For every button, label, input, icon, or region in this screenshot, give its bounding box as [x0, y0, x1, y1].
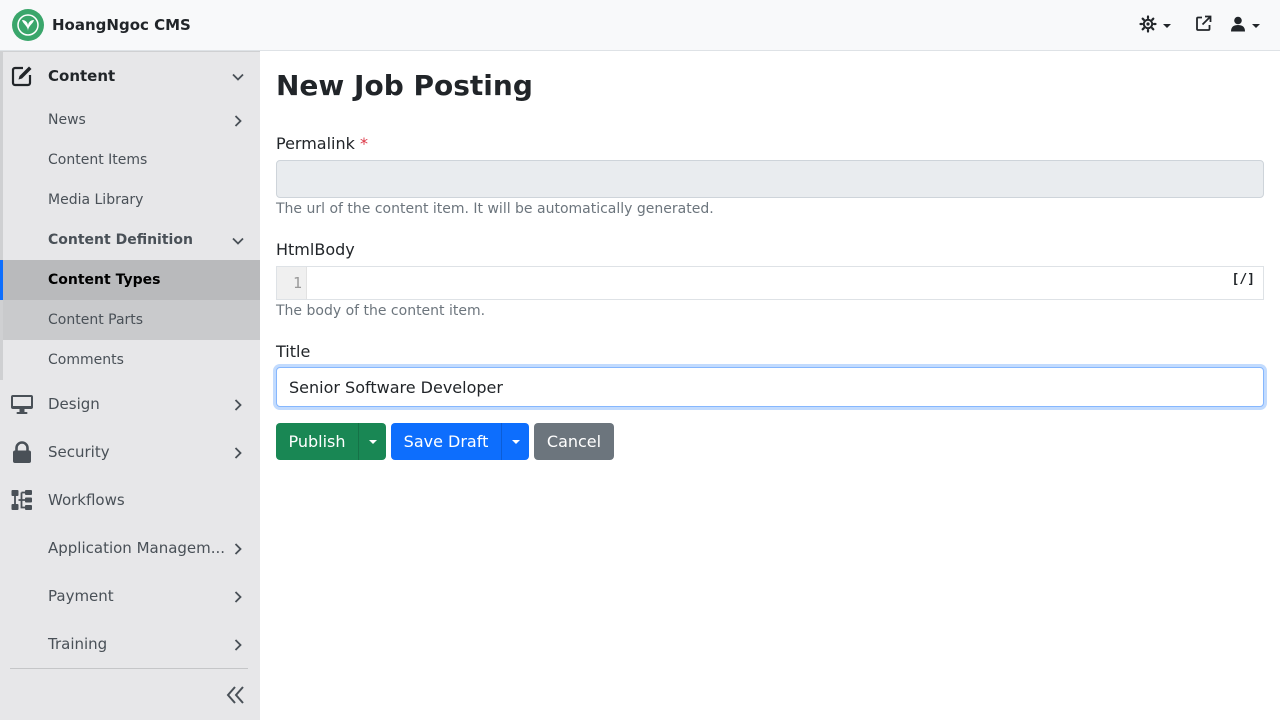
permalink-label: Permalink * [276, 134, 368, 153]
htmlbody-label: HtmlBody [276, 240, 355, 259]
sidebar-group-training[interactable]: Training [0, 620, 260, 668]
sidebar-group-application-management[interactable]: Application Managem... [0, 524, 260, 572]
brand[interactable]: HoangNgoc CMS [12, 0, 191, 51]
publish-button-group: Publish [276, 423, 386, 460]
sidebar-divider [10, 668, 248, 669]
publish-dropdown-toggle[interactable] [358, 423, 386, 460]
sidebar-item-media-library[interactable]: Media Library [3, 180, 260, 220]
save-draft-dropdown-toggle[interactable] [501, 423, 529, 460]
cancel-button[interactable]: Cancel [534, 423, 614, 460]
chevron-down-icon [1252, 23, 1260, 28]
sidebar-group-label: Training [48, 635, 108, 653]
title-label: Title [276, 342, 311, 361]
sidebar-group-workflows[interactable]: Workflows [0, 476, 260, 524]
sitemap-icon [10, 488, 34, 512]
sidebar-item-content-items[interactable]: Content Items [3, 140, 260, 180]
content-menu-section: Content News Content Items Media Library… [0, 51, 260, 380]
htmlbody-editor[interactable]: 1 [/] [276, 266, 1264, 300]
user-menu-button[interactable] [1230, 0, 1260, 51]
main-content: New Job Posting Permalink * The url of t… [260, 51, 1280, 720]
brand-logo-icon [12, 9, 44, 41]
page-title: New Job Posting [276, 69, 533, 102]
user-icon [1230, 16, 1246, 36]
sidebar-item-label: Media Library [48, 192, 144, 208]
save-draft-button-group: Save Draft [391, 423, 529, 460]
chevron-right-icon [231, 445, 245, 459]
cancel-button-group: Cancel [534, 423, 614, 460]
double-chevron-left-icon [224, 686, 248, 711]
save-draft-button[interactable]: Save Draft [391, 423, 501, 460]
sidebar-group-label: Application Managem... [48, 539, 226, 557]
collapse-sidebar-button[interactable] [224, 683, 248, 707]
sidebar-item-label: News [48, 112, 86, 128]
sidebar-group-label: Content [48, 67, 116, 85]
chevron-down-icon [511, 439, 520, 444]
monitor-icon [10, 392, 34, 416]
line-number: 1 [292, 274, 302, 292]
sidebar-item-label: Content Items [48, 152, 148, 168]
lock-icon [10, 440, 34, 464]
sidebar-item-content-definition[interactable]: Content Definition [3, 220, 260, 260]
visit-site-button[interactable] [1195, 0, 1212, 51]
permalink-help-text: The url of the content item. It will be … [276, 201, 714, 217]
sidebar-item-label: Content Parts [48, 312, 144, 328]
top-navbar: HoangNgoc CMS [0, 0, 1280, 51]
sidebar-item-comments[interactable]: Comments [3, 340, 260, 380]
sidebar-item-label: Content Types [48, 272, 161, 288]
chevron-down-icon [231, 233, 245, 247]
required-marker: * [360, 134, 368, 153]
sidebar-item-news[interactable]: News [3, 100, 260, 140]
external-link-icon [1195, 15, 1212, 36]
chevron-down-icon [231, 69, 245, 83]
chevron-right-icon [231, 113, 245, 127]
chevron-right-icon [231, 589, 245, 603]
sidebar-group-payment[interactable]: Payment [0, 572, 260, 620]
permalink-input[interactable] [276, 160, 1264, 198]
brand-name: HoangNgoc CMS [52, 16, 191, 34]
chevron-right-icon [231, 637, 245, 651]
sidebar-item-label: Comments [48, 352, 124, 368]
chevron-right-icon [231, 397, 245, 411]
sidebar-item-content-types[interactable]: Content Types [0, 260, 260, 300]
theme-toggle-button[interactable] [1139, 0, 1171, 51]
sidebar-group-content[interactable]: Content [3, 52, 260, 100]
sidebar-group-label: Payment [48, 587, 114, 605]
htmlbody-help-text: The body of the content item. [276, 303, 486, 319]
title-input[interactable] [276, 367, 1264, 407]
sidebar-group-design[interactable]: Design [0, 380, 260, 428]
sidebar-group-label: Design [48, 395, 100, 413]
editor-line-gutter: 1 [277, 267, 307, 299]
theme-toggle-icon [1139, 14, 1157, 37]
sidebar: Content News Content Items Media Library… [0, 51, 260, 720]
chevron-right-icon [231, 541, 245, 555]
sidebar-group-label: Workflows [48, 491, 125, 509]
publish-button[interactable]: Publish [276, 423, 358, 460]
chevron-down-icon [1163, 23, 1171, 28]
sidebar-group-security[interactable]: Security [0, 428, 260, 476]
sidebar-item-content-parts[interactable]: Content Parts [3, 300, 260, 340]
edit-icon [10, 64, 34, 88]
sidebar-group-label: Security [48, 443, 110, 461]
chevron-down-icon [368, 439, 377, 444]
sidebar-item-label: Content Definition [48, 232, 193, 248]
source-toggle-button[interactable]: [/] [1232, 272, 1255, 287]
